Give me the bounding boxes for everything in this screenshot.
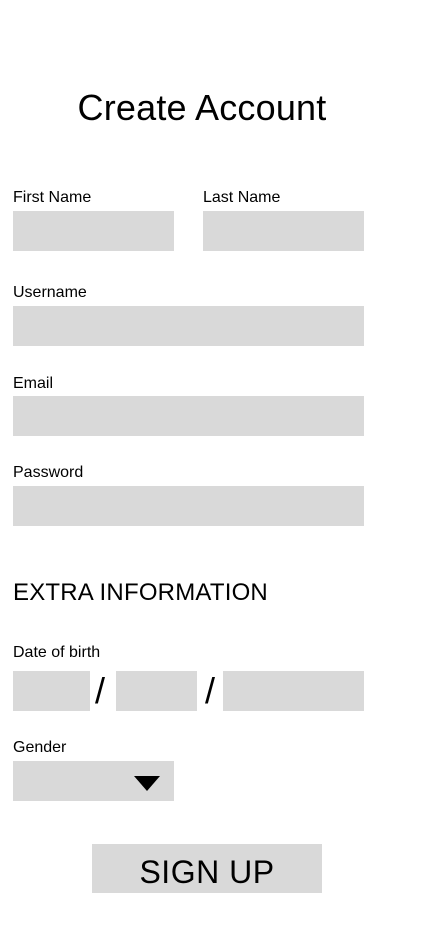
dob-day-input[interactable] — [13, 671, 90, 711]
username-label: Username — [13, 284, 87, 301]
username-input[interactable] — [13, 306, 364, 346]
page-title: Create Account — [77, 87, 327, 128]
password-input[interactable] — [13, 486, 364, 526]
extra-information-heading: EXTRA INFORMATION — [13, 579, 268, 606]
last-name-input[interactable] — [203, 211, 364, 251]
first-name-label: First Name — [13, 189, 92, 206]
dob-month-input[interactable] — [116, 671, 197, 711]
dob-year-input[interactable] — [223, 671, 364, 711]
dob-label: Date of birth — [13, 644, 101, 661]
dob-separator: / — [94, 670, 105, 711]
password-label: Password — [13, 464, 84, 481]
caret-down-icon — [134, 776, 160, 791]
email-label: Email — [13, 375, 54, 392]
gender-label: Gender — [13, 739, 67, 756]
first-name-input[interactable] — [13, 211, 174, 251]
gender-select[interactable] — [13, 761, 174, 801]
dob-separator: / — [204, 670, 215, 711]
last-name-label: Last Name — [203, 189, 281, 206]
sign-up-button[interactable]: SIGN UP — [92, 844, 322, 893]
email-input[interactable] — [13, 396, 364, 436]
